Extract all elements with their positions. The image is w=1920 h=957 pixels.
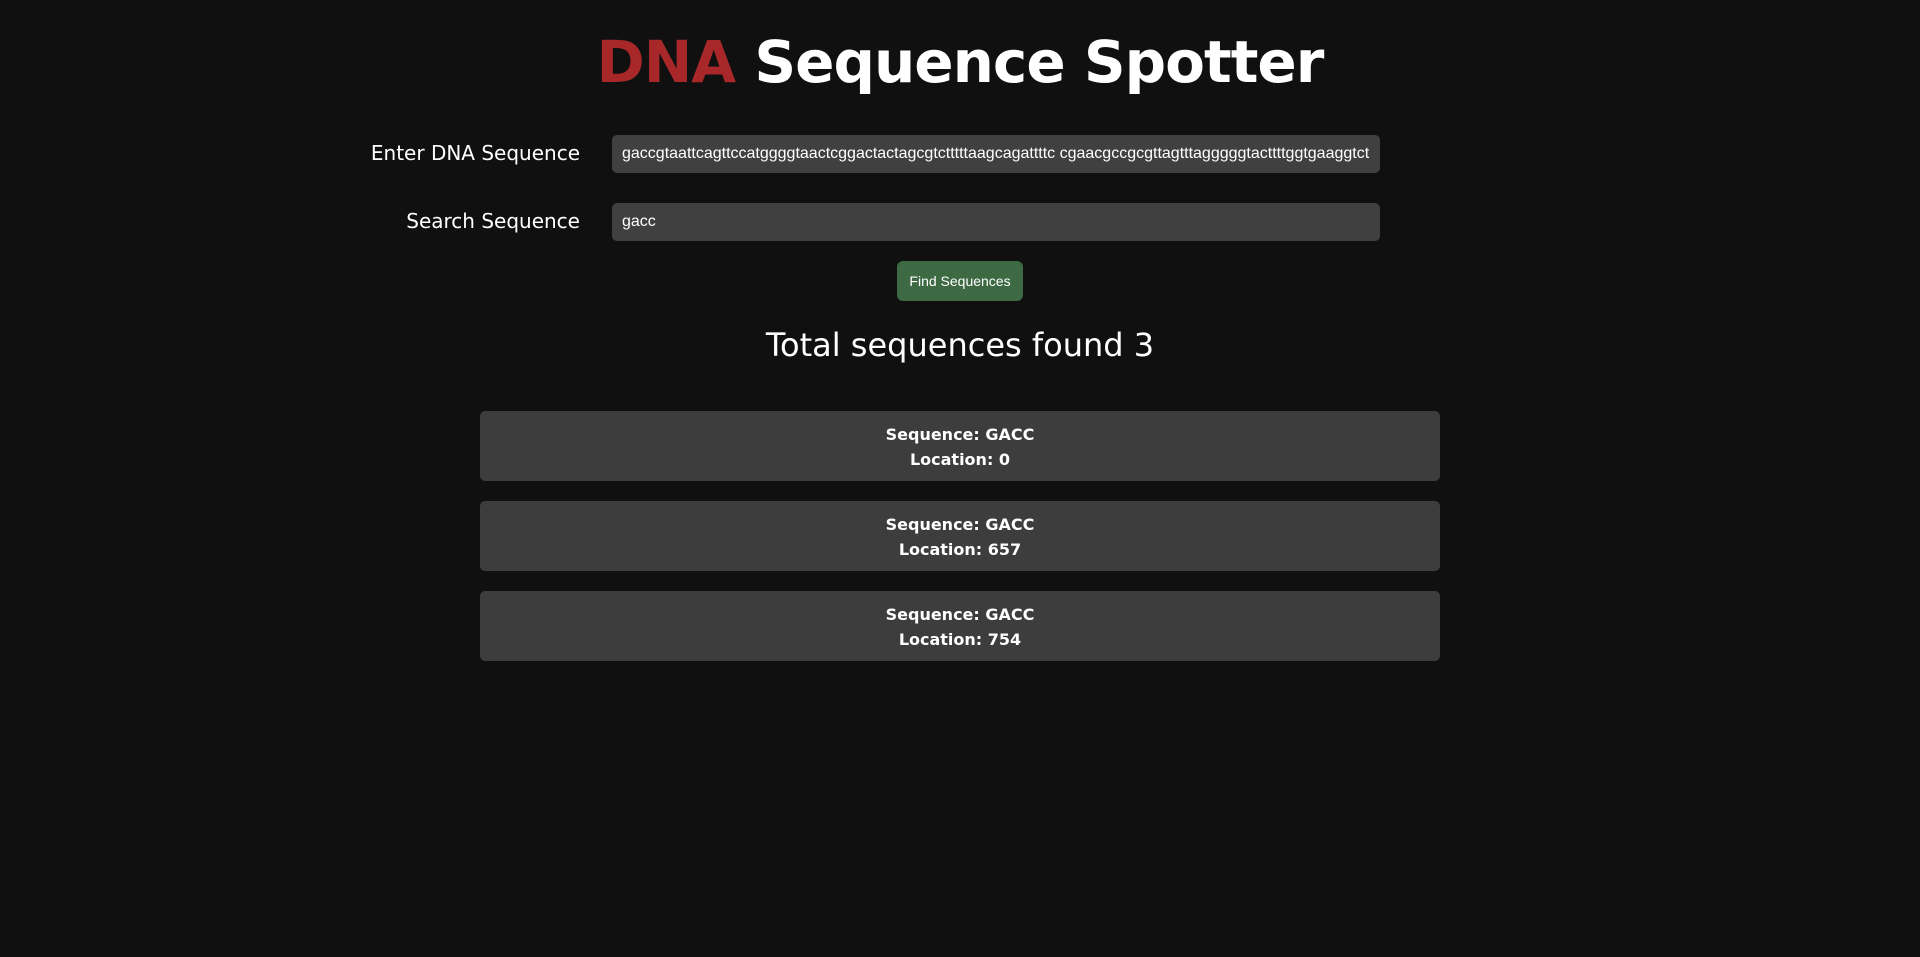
results-list: Sequence: GACC Location: 0 Sequence: GAC… — [480, 411, 1440, 681]
page-title: DNA Sequence Spotter — [0, 22, 1920, 102]
total-sequences-found: Total sequences found 3 — [765, 326, 1155, 364]
result-location: Location: 657 — [898, 540, 1022, 559]
title-rest: Sequence Spotter — [754, 28, 1324, 96]
result-card: Sequence: GACC Location: 0 — [480, 411, 1440, 481]
find-sequences-button[interactable]: Find Sequences — [897, 261, 1023, 301]
dna-sequence-label: Enter DNA Sequence — [370, 141, 580, 165]
search-sequence-label: Search Sequence — [406, 209, 580, 233]
result-sequence: Sequence: GACC — [885, 425, 1035, 444]
search-sequence-input[interactable] — [612, 203, 1380, 241]
title-accent: DNA — [596, 28, 737, 96]
page: DNA Sequence Spotter Enter DNA Sequence … — [0, 0, 1920, 957]
result-card: Sequence: GACC Location: 657 — [480, 501, 1440, 571]
result-location: Location: 0 — [909, 450, 1011, 469]
result-location: Location: 754 — [898, 630, 1022, 649]
dna-sequence-input[interactable] — [612, 135, 1380, 173]
result-card: Sequence: GACC Location: 754 — [480, 591, 1440, 661]
result-sequence: Sequence: GACC — [885, 515, 1035, 534]
result-sequence: Sequence: GACC — [885, 605, 1035, 624]
